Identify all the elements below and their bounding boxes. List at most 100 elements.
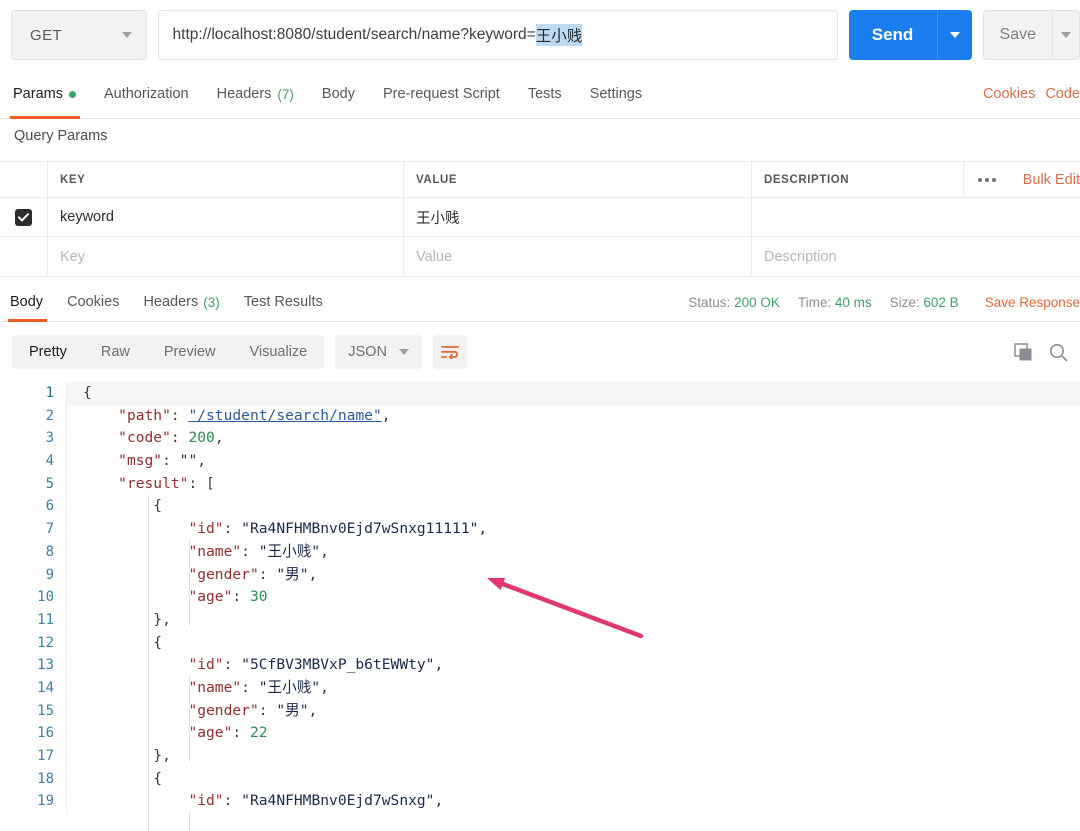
- response-tab-test-results-label: Test Results: [243, 294, 323, 310]
- send-button-label: Send: [849, 10, 938, 60]
- code-line-number: 7: [45, 521, 54, 538]
- body-toolbar-right-tools: [1014, 342, 1068, 362]
- code-link[interactable]: Code: [1045, 86, 1080, 102]
- status-badge: 200 OK: [734, 294, 780, 310]
- body-view-raw[interactable]: Raw: [84, 335, 147, 369]
- empty-row-value-cell[interactable]: Value: [404, 237, 752, 276]
- empty-row-key-cell[interactable]: Key: [48, 237, 404, 276]
- row-value-cell[interactable]: 王小贱: [404, 198, 752, 236]
- response-body-code-viewer[interactable]: 1{2 "path": "/student/search/name", 3 "co…: [0, 382, 1080, 831]
- tab-settings-label: Settings: [589, 86, 643, 102]
- tab-headers[interactable]: Headers (7): [203, 70, 308, 118]
- code-line-text: "id": "5CfBV3MBVxP_b6tEWWty",: [66, 654, 1080, 677]
- code-line-number: 15: [37, 702, 54, 719]
- request-tabs-right-links: Cookies Code: [983, 86, 1080, 102]
- code-line-number: 13: [37, 657, 54, 674]
- code-line: 18 {: [0, 767, 1080, 791]
- send-options-button[interactable]: [938, 32, 972, 38]
- code-token-str: "王小贱": [258, 678, 321, 696]
- search-button[interactable]: [1049, 343, 1068, 362]
- code-line: 16 "age": 22: [0, 722, 1080, 745]
- tab-tests[interactable]: Tests: [514, 70, 576, 118]
- response-tab-test-results[interactable]: Test Results: [232, 283, 335, 321]
- code-line-number: 8: [45, 543, 54, 560]
- code-token-key: "gender": [188, 565, 259, 583]
- response-tab-cookies[interactable]: Cookies: [55, 283, 131, 321]
- code-token-punc: ,: [197, 452, 207, 470]
- code-token-punc: },: [153, 747, 171, 764]
- tab-pre-request-script[interactable]: Pre-request Script: [369, 70, 514, 118]
- tab-pre-request-script-label: Pre-request Script: [382, 86, 500, 102]
- tab-authorization[interactable]: Authorization: [90, 70, 203, 118]
- size-label: Size:: [889, 294, 920, 310]
- body-format-label: JSON: [348, 344, 387, 360]
- empty-row-description-cell[interactable]: Description: [752, 237, 1080, 276]
- save-button[interactable]: Save: [982, 10, 1080, 60]
- http-method-select[interactable]: GET: [11, 10, 147, 60]
- copy-button[interactable]: [1014, 342, 1033, 362]
- code-line-text: "path": "/student/search/name",: [66, 404, 1080, 428]
- header-checkbox-cell: [0, 162, 48, 197]
- code-token-punc: :: [258, 701, 277, 719]
- body-format-select[interactable]: JSON: [335, 335, 422, 369]
- param-enabled-checkbox[interactable]: [15, 208, 32, 226]
- code-token-punc: ,: [434, 656, 444, 674]
- chevron-down-icon: [1061, 32, 1071, 38]
- table-row-empty: Key Value Description: [0, 237, 1080, 276]
- code-line-text: "name": "王小贱",: [66, 676, 1080, 700]
- code-line-text: {: [66, 767, 1080, 791]
- code-token-str: "男": [276, 565, 309, 583]
- body-view-preview[interactable]: Preview: [147, 335, 233, 369]
- code-line-text: "gender": "男",: [66, 699, 1080, 723]
- wrap-lines-button[interactable]: [432, 335, 467, 369]
- bulk-edit-button[interactable]: Bulk Edit: [1011, 172, 1080, 188]
- size-metric: Size: 602 B: [890, 295, 959, 310]
- more-horizontal-icon[interactable]: [962, 161, 1011, 198]
- code-token-key: "id": [188, 656, 224, 674]
- header-key-cell: KEY: [48, 162, 404, 197]
- row-description-cell[interactable]: [752, 198, 1080, 236]
- code-token-punc: ,: [381, 406, 391, 424]
- postman-window: GET http://localhost:8080/student/search…: [0, 0, 1080, 831]
- code-token-key: "id": [188, 520, 224, 538]
- save-response-button[interactable]: Save Response: [977, 295, 1080, 310]
- code-token-punc: {: [153, 769, 163, 787]
- param-value-value: 王小贱: [416, 210, 460, 227]
- response-tab-headers-label: Headers: [143, 294, 199, 310]
- code-token-link[interactable]: "/student/search/name": [188, 407, 381, 424]
- response-tab-body-label: Body: [10, 294, 44, 310]
- code-token-punc: ,: [308, 565, 318, 583]
- code-token-punc: ,: [214, 429, 224, 447]
- chevron-down-icon: [121, 32, 132, 38]
- code-line: 5 "result": [: [0, 472, 1080, 496]
- body-view-visualize[interactable]: Visualize: [232, 335, 324, 369]
- body-view-pretty[interactable]: Pretty: [12, 335, 84, 369]
- send-button[interactable]: Send: [848, 10, 972, 60]
- response-tab-body[interactable]: Body: [0, 283, 55, 322]
- code-token-punc: :: [241, 542, 259, 560]
- column-header-description: DESCRIPTION: [764, 173, 850, 186]
- save-options-button[interactable]: [1053, 32, 1079, 38]
- column-header-value: VALUE: [416, 173, 458, 186]
- response-tab-headers[interactable]: Headers (3): [131, 283, 231, 321]
- row-key-cell[interactable]: keyword: [48, 198, 404, 236]
- code-token-key: "name": [188, 542, 242, 560]
- chevron-down-icon: [949, 32, 960, 38]
- tab-body[interactable]: Body: [308, 70, 369, 118]
- search-icon: [1050, 343, 1068, 361]
- cookies-link[interactable]: Cookies: [983, 86, 1035, 102]
- tab-params[interactable]: Params: [0, 70, 90, 119]
- tab-settings[interactable]: Settings: [576, 70, 656, 118]
- code-token-punc: :: [170, 406, 189, 424]
- tab-params-label: Params: [13, 86, 63, 102]
- response-tab-headers-count: (3): [203, 294, 220, 310]
- code-line-text: "gender": "男",: [66, 563, 1080, 587]
- code-line: 6 {: [0, 495, 1080, 519]
- url-selected-text: 王小贱: [535, 24, 583, 46]
- code-token-str: "男": [276, 701, 309, 719]
- code-token-str: "5CfBV3MBVxP_b6tEWWty": [241, 656, 435, 674]
- chevron-down-icon: [398, 349, 409, 355]
- code-line: 11 },: [0, 608, 1080, 632]
- url-input[interactable]: http://localhost:8080/student/search/nam…: [157, 10, 838, 60]
- code-line-text: "id": "Ra4NFHMBnv0Ejd7wSnxg11111",: [66, 518, 1080, 541]
